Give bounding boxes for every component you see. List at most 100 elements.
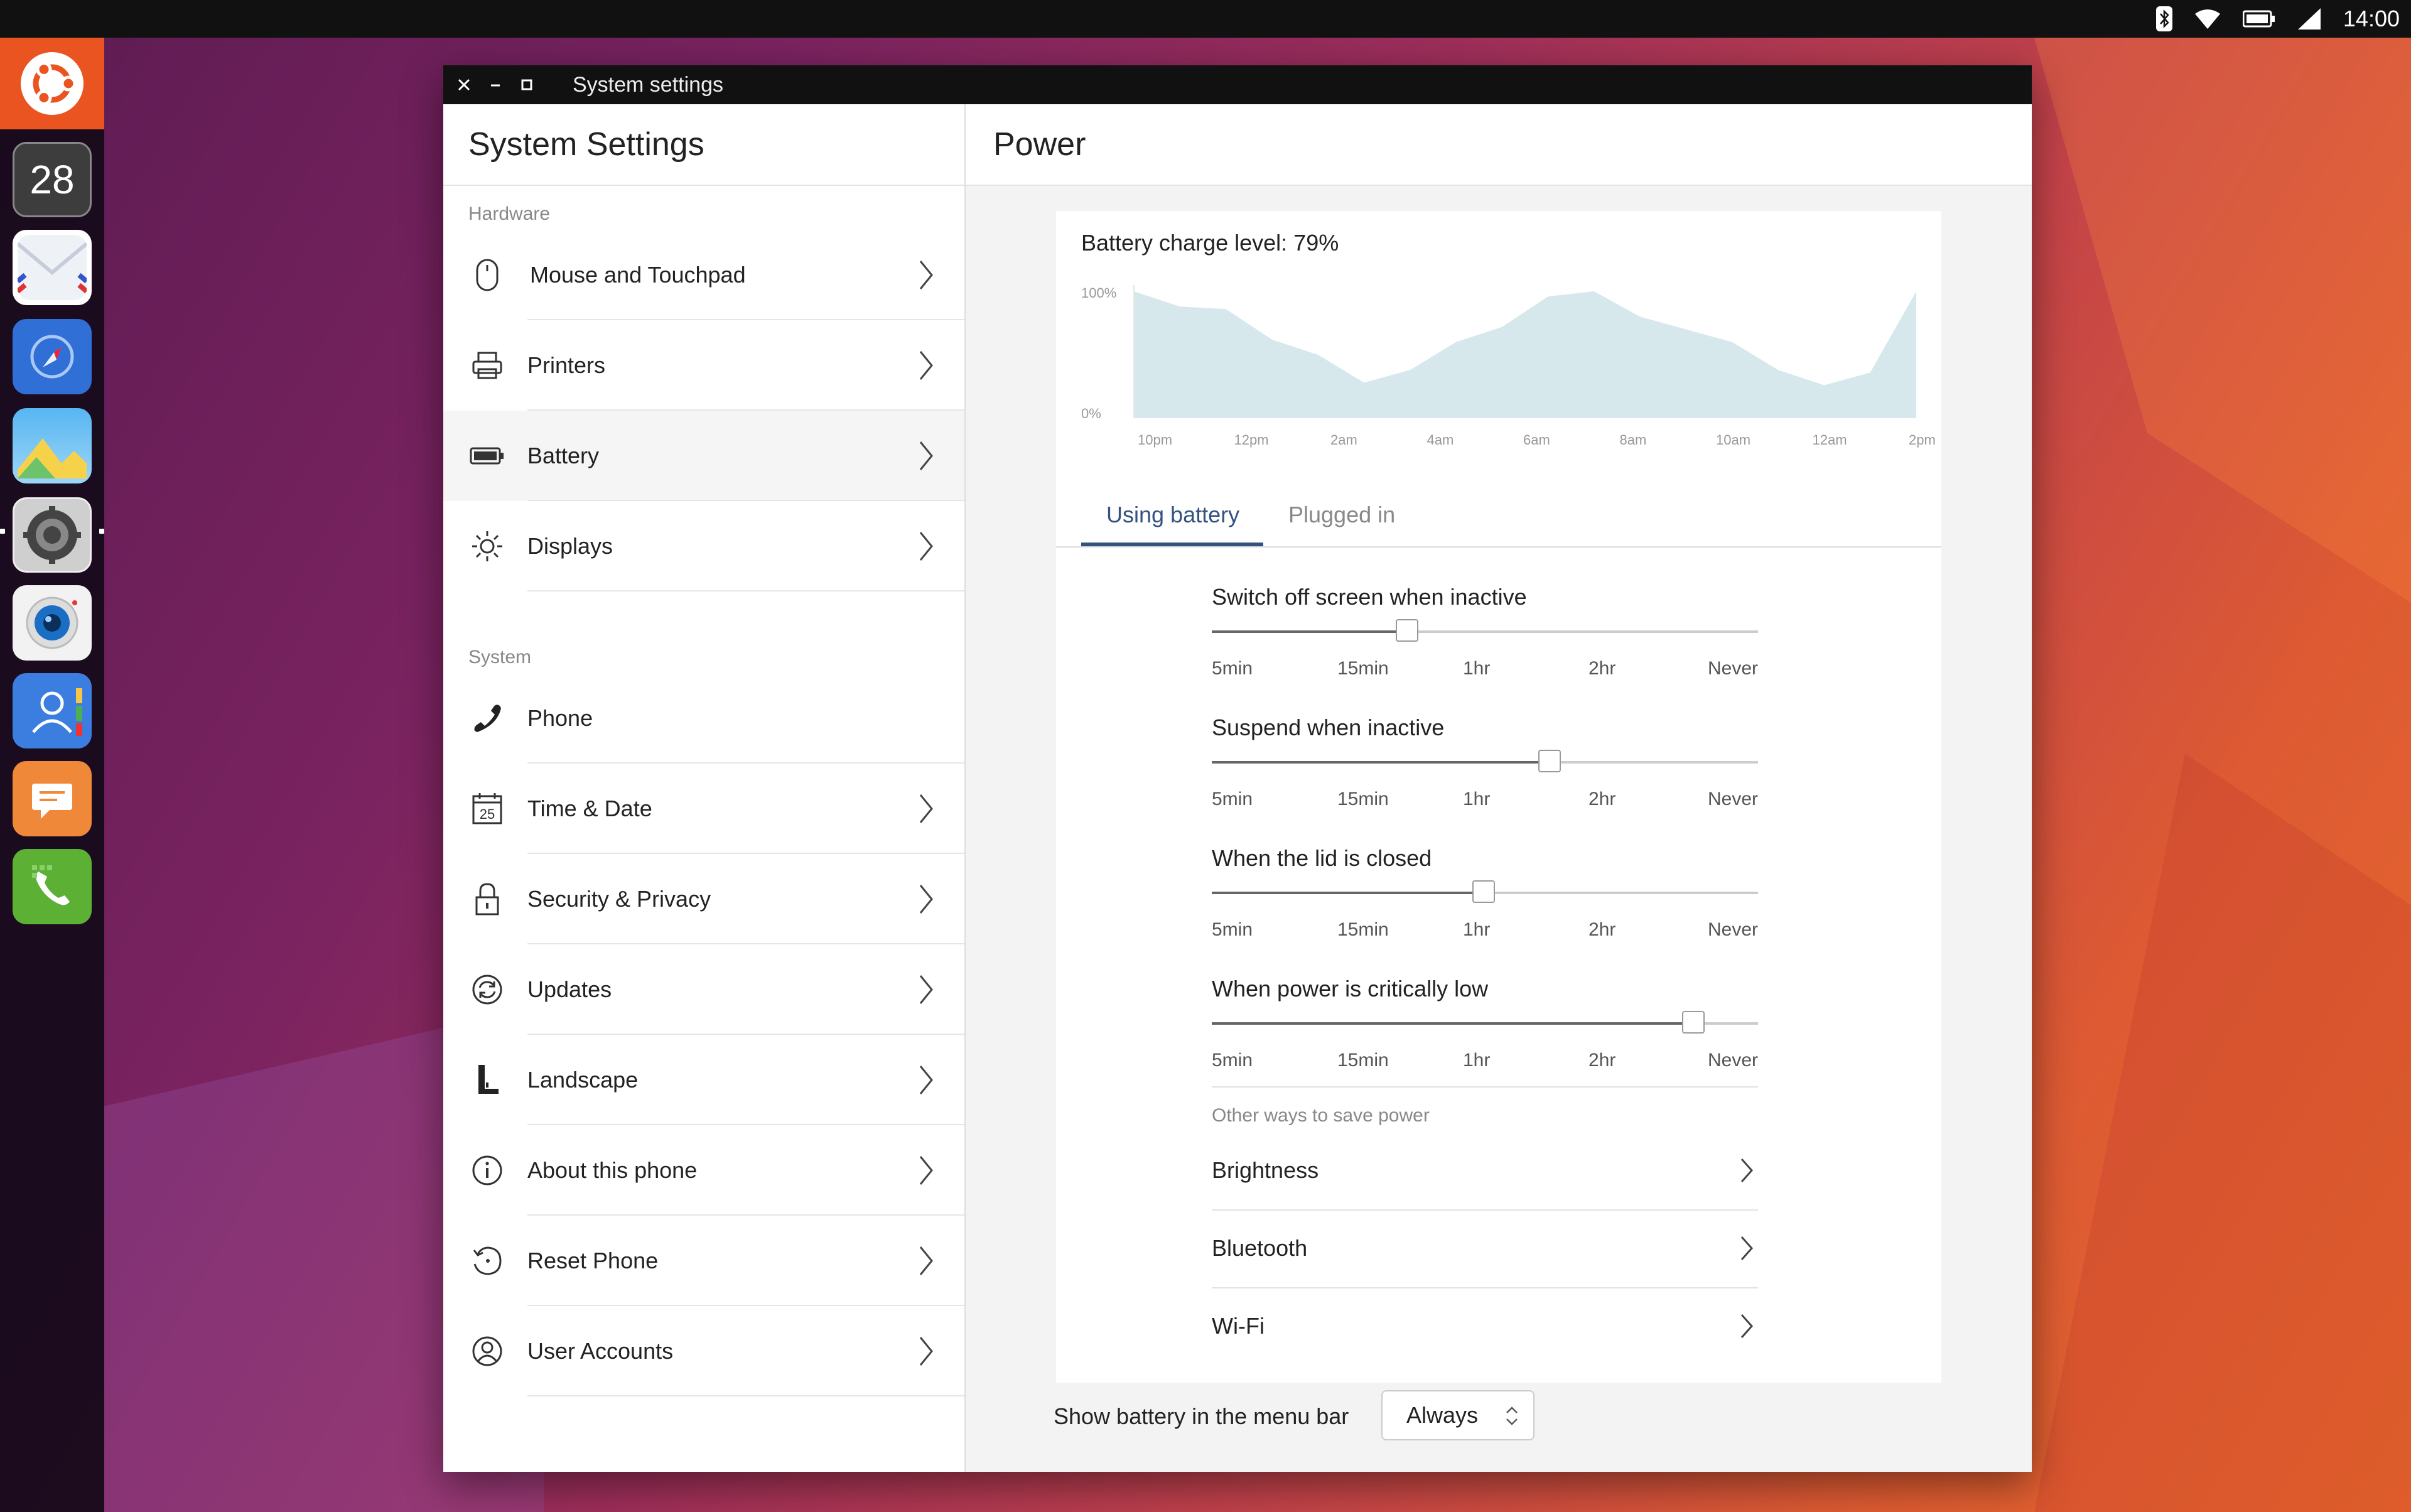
mouse-icon (468, 256, 506, 294)
sidebar-item-about-this-phone[interactable]: About this phone (443, 1125, 964, 1216)
power-link-brightness[interactable]: Brightness (1212, 1131, 1758, 1211)
tab-plugged-in[interactable]: Plugged in (1288, 485, 1395, 545)
sidebar-item-time-and-date[interactable]: 25 Time & Date (443, 764, 964, 854)
slider-fill (1212, 892, 1484, 894)
tick-label: 15min (1337, 658, 1389, 679)
browser-app-icon[interactable] (13, 319, 92, 394)
power-link-wifi[interactable]: Wi-Fi (1212, 1287, 1758, 1365)
power-link-bluetooth[interactable]: Bluetooth (1212, 1209, 1758, 1288)
sidebar-item-security-and-privacy[interactable]: Security & Privacy (443, 854, 964, 944)
signal-icon[interactable] (2297, 8, 2321, 30)
divider (1212, 1086, 1758, 1088)
slider-track[interactable] (1212, 1011, 1758, 1034)
chevron-right-icon (919, 351, 933, 380)
tick-label: 1hr (1463, 1050, 1491, 1071)
bluetooth-icon[interactable] (2155, 6, 2172, 31)
window-titlebar[interactable]: System settings (443, 65, 2032, 104)
chevron-right-icon (919, 794, 933, 823)
sidebar-item-battery[interactable]: Battery (443, 411, 964, 501)
tick-label: Never (1707, 919, 1758, 940)
launcher: 28 (0, 38, 104, 1512)
sidebar-item-landscape[interactable]: Landscape (443, 1035, 964, 1125)
clock[interactable]: 14:00 (2343, 6, 2400, 32)
tick-label: 15min (1337, 919, 1389, 940)
sidebar-item-label: Mouse and Touchpad (530, 262, 746, 288)
window-title: System settings (573, 73, 723, 97)
chevron-right-icon (1740, 1314, 1754, 1338)
gallery-app-icon[interactable] (13, 408, 92, 483)
tick-label: Never (1707, 789, 1758, 809)
sidebar-item-label: Landscape (527, 1067, 639, 1093)
tick-label: 2hr (1588, 658, 1616, 679)
sidebar-item-updates[interactable]: Updates (443, 944, 964, 1035)
slider-thumb[interactable] (1472, 880, 1496, 903)
lock-icon (468, 880, 506, 918)
chevron-right-icon (919, 885, 933, 914)
sidebar-item-user-accounts[interactable]: User Accounts (443, 1306, 964, 1396)
chart-x-tick-label: 2pm (1909, 432, 1936, 448)
messaging-app-icon[interactable] (13, 761, 92, 836)
calendar-icon: 25 (468, 790, 506, 828)
slider-track[interactable] (1212, 750, 1758, 772)
settings-app-icon[interactable] (13, 497, 92, 573)
sidebar-item-displays[interactable]: Displays (443, 501, 964, 591)
slider-thumb[interactable] (1538, 750, 1561, 772)
menu-bar-select[interactable]: Always (1381, 1390, 1535, 1440)
sidebar-item-mouse-and-touchpad[interactable]: Mouse and Touchpad (443, 230, 964, 320)
sidebar-item-label: About this phone (527, 1157, 698, 1183)
power-link-label: Bluetooth (1212, 1235, 1308, 1261)
chevron-right-icon (919, 1156, 933, 1185)
chart-x-tick-label: 8am (1620, 432, 1647, 448)
ubuntu-logo-icon[interactable] (0, 38, 104, 129)
contacts-app-icon[interactable] (13, 673, 92, 748)
chevron-right-icon (919, 441, 933, 470)
minimize-icon[interactable] (483, 73, 507, 97)
page-title: Power (993, 126, 1086, 163)
sidebar-item-phone[interactable]: Phone (443, 673, 964, 764)
calendar-app-icon[interactable]: 28 (13, 142, 92, 217)
phone-app-icon[interactable] (13, 849, 92, 924)
brightness-icon (468, 527, 506, 565)
sidebar-item-reset-phone[interactable]: Reset Phone (443, 1216, 964, 1306)
chart-x-tick-label: 6am (1523, 432, 1550, 448)
wifi-icon[interactable] (2194, 9, 2220, 29)
menu-bar-label: Show battery in the menu bar (1054, 1403, 1349, 1429)
section-label-other-ways: Other ways to save power (1212, 1105, 1430, 1126)
chart-y-tick-label: 100% (1081, 285, 1116, 301)
chevron-up-down-icon (1506, 1407, 1518, 1425)
slider-tick-labels: 5min 15min 1hr 2hr Never (1212, 789, 1758, 814)
printer-icon (468, 347, 506, 384)
battery-icon (468, 437, 506, 475)
info-icon (468, 1152, 506, 1189)
top-panel: 14:00 (0, 0, 2411, 38)
sidebar-item-label: Security & Privacy (527, 886, 711, 912)
slider-title: When power is critically low (1212, 976, 1489, 1002)
tick-label: 15min (1337, 789, 1389, 809)
power-tabs: Using battery Plugged in (1056, 485, 1941, 548)
tick-label: 5min (1212, 789, 1253, 809)
close-icon[interactable] (452, 73, 476, 97)
slider-thumb[interactable] (1395, 619, 1418, 642)
chart-x-tick-label: 12pm (1234, 432, 1269, 448)
tick-label: 2hr (1588, 789, 1616, 809)
slider-track[interactable] (1212, 619, 1758, 642)
chevron-right-icon (919, 975, 933, 1004)
tick-label: 2hr (1588, 1050, 1616, 1071)
camera-app-icon[interactable] (13, 585, 92, 661)
battery-icon[interactable] (2242, 10, 2275, 28)
slider-track[interactable] (1212, 880, 1758, 903)
maximize-icon[interactable] (515, 73, 539, 97)
show-battery-menu-bar-row: Show battery in the menu bar Always (1054, 1390, 1619, 1443)
slider-thumb[interactable] (1682, 1011, 1705, 1034)
tick-label: Never (1707, 658, 1758, 679)
chevron-right-icon (1740, 1236, 1754, 1260)
slider-fill (1212, 630, 1407, 633)
mail-app-icon[interactable] (13, 230, 92, 305)
chevron-right-icon (919, 532, 933, 561)
slider-title: When the lid is closed (1212, 845, 1432, 871)
sidebar-item-printers[interactable]: Printers (443, 320, 964, 411)
tab-using-battery[interactable]: Using battery (1106, 485, 1239, 545)
section-label-system: System (468, 647, 532, 667)
page-title: System Settings (468, 126, 704, 163)
tick-label: 15min (1337, 1050, 1389, 1071)
